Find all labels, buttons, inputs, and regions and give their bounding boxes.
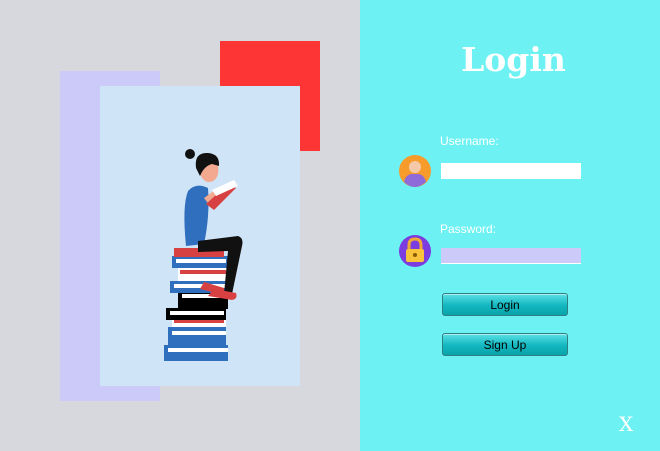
left-panel	[0, 0, 360, 451]
book-stack-icon	[164, 248, 228, 361]
username-input[interactable]	[441, 163, 581, 179]
username-label: Username:	[440, 134, 499, 148]
password-input[interactable]	[441, 248, 581, 264]
user-avatar-icon	[398, 154, 432, 188]
reading-woman-illustration	[164, 149, 243, 361]
password-label: Password:	[440, 222, 497, 236]
illustration-card	[100, 86, 300, 386]
close-button[interactable]: X	[619, 412, 633, 436]
page-title: Login	[461, 40, 566, 79]
login-panel: Login Username: Password: Login Sign Up …	[360, 0, 660, 451]
signup-button[interactable]: Sign Up	[442, 333, 568, 356]
login-button[interactable]: Login	[442, 293, 568, 316]
padlock-icon	[398, 234, 432, 268]
